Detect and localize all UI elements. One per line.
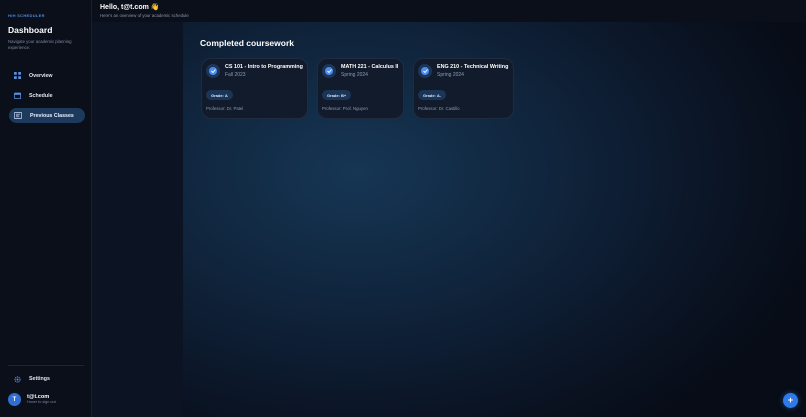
greeting: Hello, t@t.com 👋: [100, 4, 160, 11]
user-profile[interactable]: T t@t.com Hover to sign out: [8, 393, 56, 406]
course-professor: Professor: Prof. Nguyen: [322, 106, 368, 111]
course-card[interactable]: ENG 210 - Technical Writing Spring 2024 …: [413, 58, 514, 119]
sidebar-item-schedule[interactable]: Schedule: [9, 88, 85, 103]
course-term: Spring 2024: [341, 72, 368, 78]
sidebar-description: Navigate your academic planning experien…: [8, 39, 72, 50]
course-card[interactable]: MATH 221 - Calculus II Spring 2024 Grade…: [317, 58, 404, 119]
greeting-subtitle: Here's an overview of your academic sche…: [100, 13, 189, 18]
calendar-icon: [13, 92, 21, 100]
check-circle-icon: [206, 64, 220, 78]
content-gutter: [92, 22, 183, 417]
grade-badge: Grade: A: [206, 90, 233, 100]
avatar: T: [8, 393, 21, 406]
sidebar-item-label: Overview: [29, 72, 53, 79]
sidebar-item-overview[interactable]: Overview: [9, 68, 85, 83]
course-professor: Professor: Dr. Castillo: [418, 106, 460, 111]
sign-out-hint: Hover to sign out: [27, 400, 56, 405]
settings-label: Settings: [29, 376, 50, 382]
course-term: Fall 2023: [225, 72, 246, 78]
course-term: Spring 2024: [437, 72, 464, 78]
course-title: ENG 210 - Technical Writing: [437, 64, 509, 70]
grid-icon: [13, 72, 21, 80]
sidebar-item-previous-classes[interactable]: Previous Classes: [9, 108, 85, 123]
add-button[interactable]: +: [783, 393, 798, 408]
sidebar-item-label: Previous Classes: [30, 112, 74, 119]
sidebar-item-settings[interactable]: Settings: [9, 372, 85, 386]
brand-label: HIH SCHEDULER: [8, 13, 45, 18]
sidebar-item-label: Schedule: [29, 92, 53, 99]
check-circle-icon: [418, 64, 432, 78]
grade-badge: Grade: B+: [322, 90, 352, 100]
sidebar-divider: [8, 365, 84, 366]
top-bar: [92, 0, 806, 22]
gear-icon: [13, 375, 21, 383]
section-title: Completed coursework: [200, 38, 294, 48]
check-circle-icon: [322, 64, 336, 78]
course-professor: Professor: Dr. Patel: [206, 106, 244, 111]
course-title: CS 101 - Intro to Programming: [225, 64, 303, 70]
grade-badge: Grade: A-: [418, 90, 447, 100]
history-icon: [14, 112, 22, 120]
course-title: MATH 221 - Calculus II: [341, 64, 399, 70]
sidebar-title: Dashboard: [8, 25, 53, 35]
course-card[interactable]: CS 101 - Intro to Programming Fall 2023 …: [201, 58, 308, 119]
sidebar: HIH SCHEDULER Dashboard Navigate your ac…: [0, 0, 92, 417]
